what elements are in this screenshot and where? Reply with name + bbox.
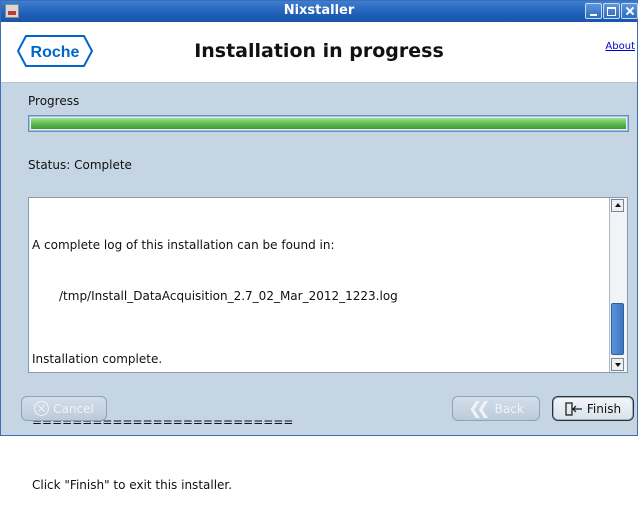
scroll-down-icon[interactable] (611, 358, 624, 371)
progress-bar (28, 115, 629, 132)
finish-button-label: Finish (586, 401, 622, 416)
about-link[interactable]: About (605, 41, 635, 52)
finish-button[interactable]: Finish (552, 396, 634, 421)
close-icon[interactable] (621, 3, 638, 19)
double-chevron-left-icon: ❮❮ (468, 398, 490, 419)
log-line: Installation complete. (32, 352, 163, 366)
log-text-area[interactable]: A complete log of this installation can … (28, 197, 628, 492)
page-title: Installation in progress (194, 40, 444, 62)
maximize-icon[interactable] (603, 3, 620, 19)
cancel-button[interactable]: Cancel (21, 396, 107, 421)
progress-label: Progress (28, 94, 80, 108)
window-title: Nixstaller (283, 3, 355, 18)
status-text: Status: Complete (28, 158, 132, 172)
back-button-label: Back (494, 401, 524, 416)
log-line: Click "Finish" to exit this installer. (32, 478, 233, 492)
progress-fill (31, 118, 626, 129)
log-line: A complete log of this installation can … (32, 238, 335, 252)
installer-window: Nixstaller Roche Installation in progres… (0, 0, 638, 492)
back-button[interactable]: ❮❮ Back (452, 396, 540, 421)
cancel-button-label: Cancel (53, 401, 94, 416)
cancel-circle-icon (34, 401, 50, 416)
header: Roche Installation in progress About (1, 22, 637, 83)
title-bar[interactable]: Nixstaller (1, 1, 638, 22)
scroll-up-icon[interactable] (611, 199, 624, 212)
exit-door-icon (565, 401, 583, 416)
scroll-thumb[interactable] (611, 303, 624, 355)
log-scrollbar[interactable] (609, 198, 627, 372)
log-content: A complete log of this installation can … (32, 203, 610, 528)
minimize-icon[interactable] (585, 3, 602, 19)
log-line: /tmp/Install_DataAcquisition_2.7_02_Mar_… (59, 289, 398, 303)
